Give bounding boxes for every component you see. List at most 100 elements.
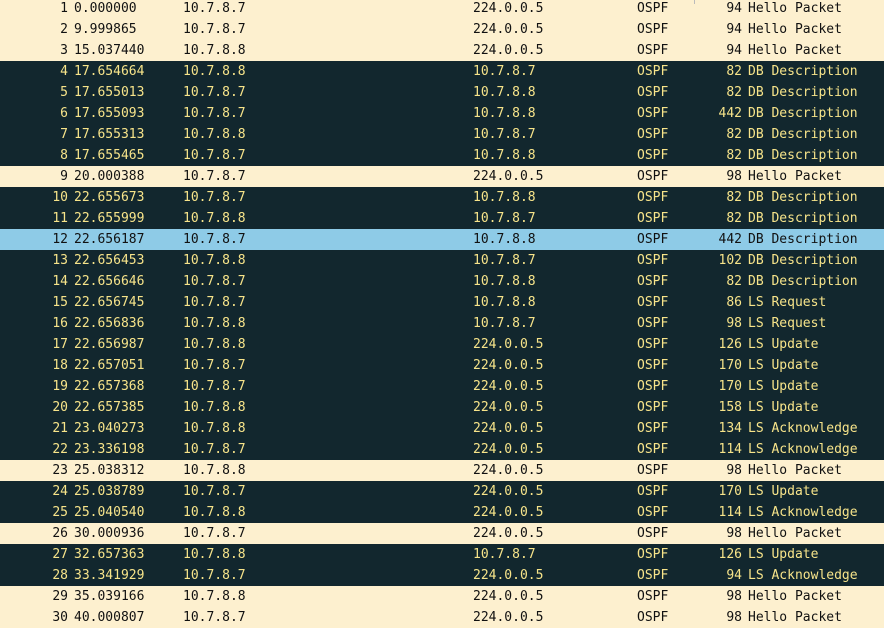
packet-cell-dst: 224.0.0.5 (473, 568, 544, 583)
packet-cell-src: 10.7.8.7 (183, 106, 246, 121)
packet-cell-dst: 224.0.0.5 (473, 421, 544, 436)
packet-row[interactable]: 22 23.336198 10.7.8.7 224.0.0.5 OSPF 114 LS Ac… (0, 439, 884, 460)
packet-cell-no: 11 (52, 211, 68, 226)
packet-cell-src: 10.7.8.7 (183, 22, 246, 37)
packet-row[interactable]: 25 25.040540 10.7.8.8 224.0.0.5 OSPF 114 LS Ac… (0, 502, 884, 523)
packet-row[interactable]: 12 22.656187 10.7.8.7 10.7.8.8 OSPF 442 DB Des… (0, 229, 884, 250)
packet-cell-info: Hello Packet (748, 463, 842, 478)
packet-cell-proto: OSPF (637, 463, 669, 478)
packet-row[interactable]: 29 35.039166 10.7.8.8 224.0.0.5 OSPF 98 Hello … (0, 586, 884, 607)
packet-row[interactable]: 14 22.656646 10.7.8.7 10.7.8.8 OSPF 82 DB Desc… (0, 271, 884, 292)
packet-row[interactable]: 9 20.000388 10.7.8.7 224.0.0.5 OSPF 98 Hello P… (0, 166, 884, 187)
packet-cell-no: 24 (52, 484, 68, 499)
packet-cell-dst: 10.7.8.8 (473, 274, 536, 289)
packet-cell-info: LS Acknowledge (748, 421, 858, 436)
packet-row[interactable]: 30 40.000807 10.7.8.7 224.0.0.5 OSPF 98 Hello … (0, 607, 884, 628)
packet-cell-time: 23.040273 (74, 421, 145, 436)
packet-row[interactable]: 2 9.999865 10.7.8.7 224.0.0.5 OSPF 94 Hello Pa… (0, 19, 884, 40)
packet-cell-len: 86 (726, 295, 742, 310)
packet-cell-len: 94 (726, 1, 742, 16)
packet-cell-info: LS Update (748, 337, 819, 352)
packet-cell-no: 22 (52, 442, 68, 457)
packet-cell-time: 22.657051 (74, 358, 145, 373)
packet-cell-src: 10.7.8.7 (183, 379, 246, 394)
packet-row[interactable]: 20 22.657385 10.7.8.8 224.0.0.5 OSPF 158 LS Up… (0, 397, 884, 418)
packet-cell-dst: 224.0.0.5 (473, 1, 544, 16)
packet-cell-dst: 10.7.8.8 (473, 190, 536, 205)
packet-cell-time: 17.654664 (74, 64, 145, 79)
packet-cell-src: 10.7.8.8 (183, 337, 246, 352)
packet-row[interactable]: 16 22.656836 10.7.8.8 10.7.8.7 OSPF 98 LS Requ… (0, 313, 884, 334)
packet-row[interactable]: 13 22.656453 10.7.8.8 10.7.8.7 OSPF 102 DB Des… (0, 250, 884, 271)
packet-cell-info: DB Description (748, 85, 858, 100)
packet-cell-info: DB Description (748, 232, 858, 247)
packet-cell-no: 29 (52, 589, 68, 604)
packet-cell-proto: OSPF (637, 358, 669, 373)
packet-cell-src: 10.7.8.7 (183, 484, 246, 499)
packet-cell-len: 102 (718, 253, 742, 268)
packet-row[interactable]: 28 33.341929 10.7.8.7 224.0.0.5 OSPF 94 LS Ack… (0, 565, 884, 586)
packet-cell-proto: OSPF (637, 253, 669, 268)
packet-row[interactable]: 17 22.656987 10.7.8.8 224.0.0.5 OSPF 126 LS Up… (0, 334, 884, 355)
packet-cell-proto: OSPF (637, 547, 669, 562)
packet-cell-time: 22.656646 (74, 274, 145, 289)
packet-row[interactable]: 19 22.657368 10.7.8.7 224.0.0.5 OSPF 170 LS Up… (0, 376, 884, 397)
packet-row[interactable]: 10 22.655673 10.7.8.7 10.7.8.8 OSPF 82 DB Desc… (0, 187, 884, 208)
packet-cell-proto: OSPF (637, 211, 669, 226)
packet-cell-len: 82 (726, 64, 742, 79)
packet-row[interactable]: 26 30.000936 10.7.8.7 224.0.0.5 OSPF 98 Hello … (0, 523, 884, 544)
packet-cell-len: 114 (718, 505, 742, 520)
packet-row[interactable]: 15 22.656745 10.7.8.7 10.7.8.8 OSPF 86 LS Requ… (0, 292, 884, 313)
column-divider[interactable] (694, 0, 695, 4)
packet-cell-dst: 224.0.0.5 (473, 358, 544, 373)
packet-cell-no: 30 (52, 610, 68, 625)
packet-cell-dst: 224.0.0.5 (473, 505, 544, 520)
packet-cell-proto: OSPF (637, 505, 669, 520)
packet-cell-info: LS Update (748, 484, 819, 499)
packet-cell-proto: OSPF (637, 400, 669, 415)
packet-row[interactable]: 3 15.037440 10.7.8.8 224.0.0.5 OSPF 94 Hello P… (0, 40, 884, 61)
packet-cell-info: Hello Packet (748, 526, 842, 541)
packet-cell-len: 98 (726, 316, 742, 331)
packet-cell-dst: 224.0.0.5 (473, 400, 544, 415)
packet-row[interactable]: 8 17.655465 10.7.8.7 10.7.8.8 OSPF 82 DB Descr… (0, 145, 884, 166)
packet-cell-no: 17 (52, 337, 68, 352)
packet-row[interactable]: 6 17.655093 10.7.8.7 10.7.8.8 OSPF 442 DB Desc… (0, 103, 884, 124)
packet-cell-time: 22.655999 (74, 211, 145, 226)
packet-cell-no: 21 (52, 421, 68, 436)
packet-cell-info: Hello Packet (748, 610, 842, 625)
packet-cell-proto: OSPF (637, 610, 669, 625)
packet-cell-len: 82 (726, 190, 742, 205)
packet-row[interactable]: 11 22.655999 10.7.8.8 10.7.8.7 OSPF 82 DB Desc… (0, 208, 884, 229)
packet-cell-src: 10.7.8.8 (183, 316, 246, 331)
packet-cell-info: LS Acknowledge (748, 568, 858, 583)
packet-row[interactable]: 1 0.000000 10.7.8.7 224.0.0.5 OSPF 94 Hello Pa… (0, 0, 884, 19)
packet-cell-dst: 10.7.8.7 (473, 127, 536, 142)
packet-row[interactable]: 18 22.657051 10.7.8.7 224.0.0.5 OSPF 170 LS Up… (0, 355, 884, 376)
packet-cell-proto: OSPF (637, 568, 669, 583)
packet-cell-dst: 10.7.8.7 (473, 211, 536, 226)
packet-cell-proto: OSPF (637, 1, 669, 16)
packet-row[interactable]: 5 17.655013 10.7.8.7 10.7.8.8 OSPF 82 DB Descr… (0, 82, 884, 103)
packet-cell-info: DB Description (748, 274, 858, 289)
packet-row[interactable]: 23 25.038312 10.7.8.8 224.0.0.5 OSPF 98 Hello … (0, 460, 884, 481)
packet-cell-no: 16 (52, 316, 68, 331)
packet-row[interactable]: 24 25.038789 10.7.8.7 224.0.0.5 OSPF 170 LS Up… (0, 481, 884, 502)
packet-row[interactable]: 7 17.655313 10.7.8.8 10.7.8.7 OSPF 82 DB Descr… (0, 124, 884, 145)
packet-cell-src: 10.7.8.7 (183, 568, 246, 583)
packet-row[interactable]: 21 23.040273 10.7.8.8 224.0.0.5 OSPF 134 LS Ac… (0, 418, 884, 439)
packet-cell-time: 32.657363 (74, 547, 145, 562)
packet-cell-no: 13 (52, 253, 68, 268)
packet-row[interactable]: 4 17.654664 10.7.8.8 10.7.8.7 OSPF 82 DB Descr… (0, 61, 884, 82)
packet-cell-time: 22.657368 (74, 379, 145, 394)
packet-cell-info: LS Update (748, 358, 819, 373)
packet-cell-proto: OSPF (637, 337, 669, 352)
packet-row[interactable]: 27 32.657363 10.7.8.8 10.7.8.7 OSPF 126 LS Upd… (0, 544, 884, 565)
packet-cell-time: 22.655673 (74, 190, 145, 205)
packet-cell-no: 27 (52, 547, 68, 562)
packet-cell-info: Hello Packet (748, 43, 842, 58)
packet-list[interactable]: 30 40.000807 10.7.8.7 224.0.0.5 OSPF 98 Hello … (0, 0, 884, 628)
packet-cell-no: 9 (60, 169, 68, 184)
packet-cell-proto: OSPF (637, 148, 669, 163)
packet-cell-time: 25.038312 (74, 463, 145, 478)
